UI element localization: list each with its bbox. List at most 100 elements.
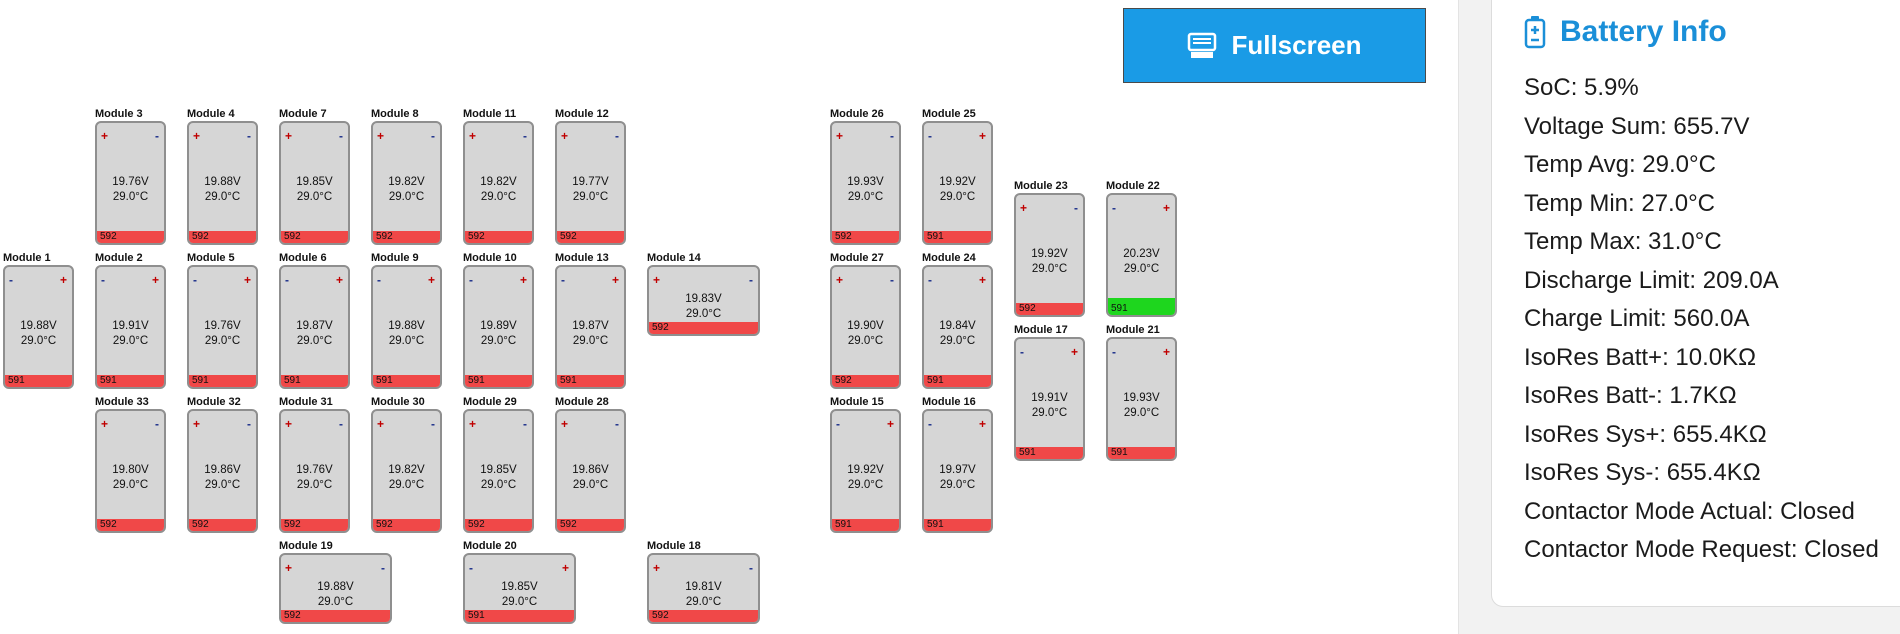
module-voltage: 19.97V (939, 464, 976, 476)
module-card: Module 12 + - 19.77V 29.0°C 592 (555, 108, 626, 245)
sidebar: Battery Info SoC: 5.9% Voltage Sum: 655.7… (1458, 0, 1900, 634)
right-terminal: - (247, 129, 251, 143)
battery-info-title: Battery Info (1560, 15, 1727, 48)
module-temp: 29.0°C (939, 191, 976, 203)
module-voltage: 19.92V (939, 176, 976, 188)
module-card: Module 26 + - 19.93V 29.0°C 592 (830, 108, 901, 245)
module-voltage: 19.91V (1031, 392, 1068, 404)
battery-info-line: Temp Avg: 29.0°C (1524, 151, 1716, 178)
module-card: Module 1 - +19.88V 29.0°C 591 (3, 252, 74, 389)
right-terminal: - (339, 129, 343, 143)
module-cell: + - 19.76V 29.0°C 592 (95, 121, 166, 245)
module-cell: + - 19.83V 29.0°C 592 (647, 265, 760, 336)
module-temp: 29.0°C (847, 191, 884, 203)
right-terminal: + (243, 273, 251, 287)
module-temp: 29.0°C (480, 335, 517, 347)
module-cell: - +19.91V 29.0°C 591 (1014, 337, 1085, 461)
right-terminal: - (615, 129, 619, 143)
module-card: Module 20 - +19.85V 29.0°C 591 (463, 540, 576, 624)
module-cell: + - 19.90V 29.0°C 592 (830, 265, 901, 389)
module-count: 592 (192, 231, 209, 242)
module-temp: 29.0°C (20, 335, 57, 347)
module-card: Module 18 + - 19.81V 29.0°C 592 (647, 540, 760, 624)
module-cell: - +20.23V 29.0°C 591 (1106, 193, 1177, 317)
left-terminal: - (928, 417, 932, 431)
left-terminal: + (285, 417, 293, 431)
module-card: Module 24 - +19.84V 29.0°C 591 (922, 252, 993, 389)
module-temp: 29.0°C (388, 335, 425, 347)
module-card: Module 10 - +19.89V 29.0°C 591 (463, 252, 534, 389)
module-temp: 29.0°C (1031, 407, 1068, 419)
left-terminal: - (1020, 345, 1024, 359)
module-temp: 29.0°C (480, 479, 517, 491)
fullscreen-button[interactable]: Fullscreen (1123, 8, 1426, 83)
module-cell: + - 19.93V 29.0°C 592 (830, 121, 901, 245)
module-cell: + - 19.86V 29.0°C 592 (555, 409, 626, 533)
module-title: Module 33 (95, 396, 149, 408)
module-count: 592 (560, 519, 577, 530)
module-cell: - +19.89V 29.0°C 591 (463, 265, 534, 389)
module-card: Module 17 - +19.91V 29.0°C 591 (1014, 324, 1085, 461)
module-count: 592 (284, 231, 301, 242)
module-count: 592 (468, 231, 485, 242)
module-temp: 29.0°C (112, 191, 149, 203)
right-terminal: + (978, 273, 986, 287)
module-card: Module 15 - +19.92V 29.0°C 591 (830, 396, 901, 533)
module-voltage: 19.88V (388, 320, 425, 332)
module-temp: 29.0°C (1123, 407, 1160, 419)
module-title: Module 10 (463, 252, 517, 264)
module-cell: + - 19.82V 29.0°C 592 (371, 121, 442, 245)
battery-info-line: Charge Limit: 560.0A (1524, 305, 1750, 332)
left-terminal: + (193, 129, 201, 143)
module-card: Module 16 - +19.97V 29.0°C 591 (922, 396, 993, 533)
left-terminal: - (928, 129, 932, 143)
module-map: Module 3 + - 19.76V 29.0°C 592 Module 4 + - 19.88… (0, 0, 1440, 634)
module-count: 591 (8, 375, 25, 386)
battery-info-line: IsoRes Sys-: 655.4KΩ (1524, 459, 1761, 486)
module-card: Module 33 + - 19.80V 29.0°C 592 (95, 396, 166, 533)
module-cell: + - 19.85V 29.0°C 592 (463, 409, 534, 533)
right-terminal: - (749, 561, 753, 575)
module-count: 591 (1019, 447, 1036, 458)
battery-info-line: IsoRes Batt+: 10.0KΩ (1524, 343, 1757, 371)
module-temp: 29.0°C (685, 308, 722, 320)
module-temp: 29.0°C (1031, 263, 1068, 275)
module-cell: + - 19.80V 29.0°C 592 (95, 409, 166, 533)
module-cell: - +19.91V 29.0°C 591 (95, 265, 166, 389)
module-count: 591 (835, 519, 852, 530)
battery-info-line: Voltage Sum: 655.7V (1524, 112, 1750, 140)
module-count: 591 (560, 375, 577, 386)
module-cell: - +19.76V 29.0°C 591 (187, 265, 258, 389)
left-terminal: + (193, 417, 201, 431)
module-title: Module 28 (555, 396, 609, 408)
right-terminal: + (978, 129, 986, 143)
module-count: 591 (927, 375, 944, 386)
right-terminal: + (1162, 201, 1170, 215)
module-title: Module 26 (830, 108, 884, 120)
module-count: 591 (927, 231, 944, 242)
left-terminal: + (561, 417, 569, 431)
battery-info-header: Battery Info (1524, 15, 1727, 49)
module-temp: 29.0°C (572, 479, 609, 491)
module-count: 592 (652, 610, 669, 621)
module-count: 591 (1111, 447, 1128, 458)
right-terminal: - (523, 417, 527, 431)
module-title: Module 3 (95, 108, 143, 120)
module-title: Module 24 (922, 252, 976, 264)
module-temp: 29.0°C (317, 596, 354, 608)
right-terminal: - (615, 417, 619, 431)
module-count: 591 (376, 375, 393, 386)
module-card: Module 22 - +20.23V 29.0°C 591 (1106, 180, 1177, 317)
module-title: Module 31 (279, 396, 333, 408)
module-card: Module 28 + - 19.86V 29.0°C 592 (555, 396, 626, 533)
module-cell: + - 19.81V 29.0°C 592 (647, 553, 760, 624)
module-voltage: 19.77V (572, 176, 609, 188)
module-card: Module 31 + - 19.76V 29.0°C 592 (279, 396, 350, 533)
module-temp: 29.0°C (204, 191, 241, 203)
module-count: 592 (376, 519, 393, 530)
module-title: Module 30 (371, 396, 425, 408)
module-cell: + - 19.82V 29.0°C 592 (463, 121, 534, 245)
left-terminal: + (377, 417, 385, 431)
left-terminal: + (836, 129, 844, 143)
module-count: 592 (560, 231, 577, 242)
